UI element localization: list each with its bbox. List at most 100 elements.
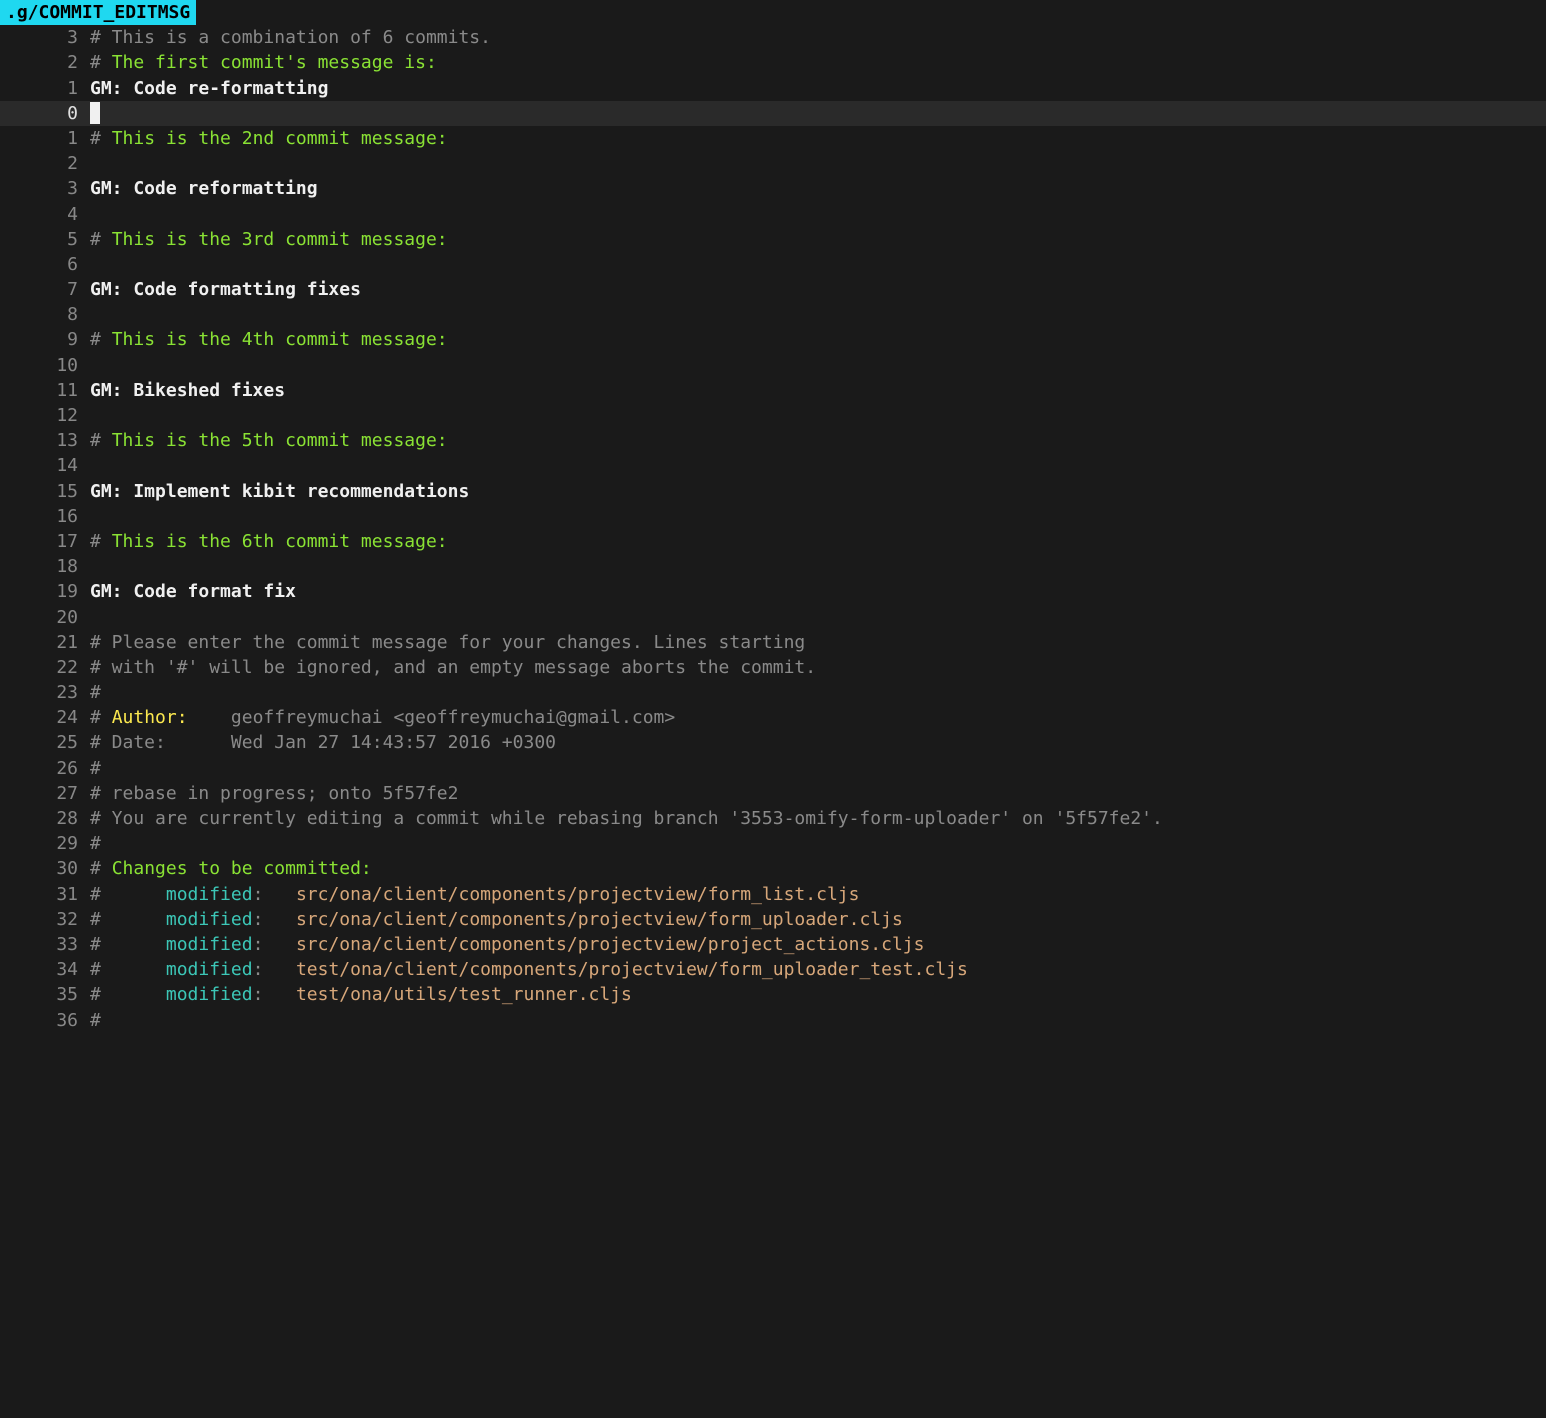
editor-line[interactable]: 23# xyxy=(0,680,1546,705)
line-content[interactable]: GM: Bikeshed fixes xyxy=(90,378,1546,403)
editor-line[interactable]: 32# modified: src/ona/client/components/… xyxy=(0,907,1546,932)
editor-line[interactable]: 4 xyxy=(0,202,1546,227)
line-number: 25 xyxy=(0,730,90,755)
line-content[interactable]: # xyxy=(90,1008,1546,1033)
editor-line[interactable]: 3GM: Code reformatting xyxy=(0,176,1546,201)
editor-line[interactable]: 6 xyxy=(0,252,1546,277)
editor-line[interactable]: 1GM: Code re-formatting xyxy=(0,76,1546,101)
line-content[interactable]: # This is a combination of 6 commits. xyxy=(90,25,1546,50)
text-span: modified xyxy=(166,909,253,930)
editor-line[interactable]: 25# Date: Wed Jan 27 14:43:57 2016 +0300 xyxy=(0,730,1546,755)
editor-line[interactable]: 8 xyxy=(0,302,1546,327)
editor-line[interactable]: 29# xyxy=(0,831,1546,856)
editor-line[interactable]: 20 xyxy=(0,605,1546,630)
text-span: GM: Bikeshed fixes xyxy=(90,380,285,401)
editor-line[interactable]: 13# This is the 5th commit message: xyxy=(0,428,1546,453)
text-span: # xyxy=(90,707,112,728)
text-span: # xyxy=(90,1010,101,1031)
editor-line[interactable]: 12 xyxy=(0,403,1546,428)
line-number: 26 xyxy=(0,756,90,781)
line-content[interactable]: # xyxy=(90,756,1546,781)
line-content[interactable]: # xyxy=(90,831,1546,856)
editor-line[interactable]: 2 xyxy=(0,151,1546,176)
line-number: 16 xyxy=(0,504,90,529)
editor-line[interactable]: 26# xyxy=(0,756,1546,781)
editor-line[interactable]: 31# modified: src/ona/client/components/… xyxy=(0,882,1546,907)
editor-line[interactable]: 14 xyxy=(0,453,1546,478)
line-content[interactable]: # xyxy=(90,680,1546,705)
text-span: # xyxy=(90,682,101,703)
line-content[interactable] xyxy=(90,101,1546,126)
editor-line[interactable]: 15GM: Implement kibit recommendations xyxy=(0,479,1546,504)
editor-line[interactable]: 35# modified: test/ona/utils/test_runner… xyxy=(0,982,1546,1007)
text-span: # You are currently editing a commit whi… xyxy=(90,808,1163,829)
editor-line[interactable]: 27# rebase in progress; onto 5f57fe2 xyxy=(0,781,1546,806)
editor-line[interactable]: 5# This is the 3rd commit message: xyxy=(0,227,1546,252)
line-content[interactable]: GM: Code format fix xyxy=(90,579,1546,604)
line-content[interactable]: # You are currently editing a commit whi… xyxy=(90,806,1546,831)
editor-line[interactable]: 2# The first commit's message is: xyxy=(0,50,1546,75)
text-span: # Please enter the commit message for yo… xyxy=(90,632,805,653)
line-number: 8 xyxy=(0,302,90,327)
line-content[interactable]: # This is the 4th commit message: xyxy=(90,327,1546,352)
editor-line[interactable]: 7GM: Code formatting fixes xyxy=(0,277,1546,302)
text-span: GM: Code formatting fixes xyxy=(90,279,361,300)
text-span: GM: Code re-formatting xyxy=(90,78,328,99)
line-content[interactable]: # This is the 3rd commit message: xyxy=(90,227,1546,252)
line-content[interactable]: GM: Code reformatting xyxy=(90,176,1546,201)
line-number: 2 xyxy=(0,151,90,176)
line-content[interactable]: # Author: geoffreymuchai <geoffreymuchai… xyxy=(90,705,1546,730)
line-content[interactable]: # The first commit's message is: xyxy=(90,50,1546,75)
text-span: GM: Code format fix xyxy=(90,581,296,602)
line-number: 33 xyxy=(0,932,90,957)
line-content[interactable]: # modified: src/ona/client/components/pr… xyxy=(90,932,1546,957)
editor-line[interactable]: 3# This is a combination of 6 commits. xyxy=(0,25,1546,50)
editor-line[interactable]: 9# This is the 4th commit message: xyxy=(0,327,1546,352)
editor-line[interactable]: 17# This is the 6th commit message: xyxy=(0,529,1546,554)
line-number: 12 xyxy=(0,403,90,428)
editor-line[interactable]: 18 xyxy=(0,554,1546,579)
line-content[interactable]: # This is the 2nd commit message: xyxy=(90,126,1546,151)
line-content[interactable]: # modified: src/ona/client/components/pr… xyxy=(90,907,1546,932)
editor-line[interactable]: 0 xyxy=(0,101,1546,126)
line-number: 19 xyxy=(0,579,90,604)
text-span xyxy=(101,959,166,980)
editor-line[interactable]: 1# This is the 2nd commit message: xyxy=(0,126,1546,151)
editor-line[interactable]: 28# You are currently editing a commit w… xyxy=(0,806,1546,831)
line-number: 0 xyxy=(0,101,90,126)
line-content[interactable]: GM: Code re-formatting xyxy=(90,76,1546,101)
editor-line[interactable]: 33# modified: src/ona/client/components/… xyxy=(0,932,1546,957)
line-content[interactable]: # This is the 6th commit message: xyxy=(90,529,1546,554)
line-content[interactable]: # Please enter the commit message for yo… xyxy=(90,630,1546,655)
text-span: # xyxy=(90,934,101,955)
line-content[interactable]: # with '#' will be ignored, and an empty… xyxy=(90,655,1546,680)
editor-line[interactable]: 22# with '#' will be ignored, and an emp… xyxy=(0,655,1546,680)
line-content[interactable]: # modified: src/ona/client/components/pr… xyxy=(90,882,1546,907)
editor-line[interactable]: 34# modified: test/ona/client/components… xyxy=(0,957,1546,982)
text-span: # This is a combination of 6 commits. xyxy=(90,27,491,48)
editor-line[interactable]: 30# Changes to be committed: xyxy=(0,856,1546,881)
line-number: 10 xyxy=(0,353,90,378)
editor-line[interactable]: 11GM: Bikeshed fixes xyxy=(0,378,1546,403)
line-content[interactable]: # Changes to be committed: xyxy=(90,856,1546,881)
editor-line[interactable]: 19GM: Code format fix xyxy=(0,579,1546,604)
text-span: modified xyxy=(166,959,253,980)
editor-line[interactable]: 21# Please enter the commit message for … xyxy=(0,630,1546,655)
editor-buffer[interactable]: 3# This is a combination of 6 commits.2#… xyxy=(0,25,1546,1033)
line-content[interactable]: GM: Implement kibit recommendations xyxy=(90,479,1546,504)
line-number: 21 xyxy=(0,630,90,655)
line-content[interactable]: # modified: test/ona/client/components/p… xyxy=(90,957,1546,982)
editor-line[interactable]: 16 xyxy=(0,504,1546,529)
line-content[interactable]: # rebase in progress; onto 5f57fe2 xyxy=(90,781,1546,806)
line-number: 7 xyxy=(0,277,90,302)
line-content[interactable]: # This is the 5th commit message: xyxy=(90,428,1546,453)
cursor xyxy=(90,102,100,124)
editor-line[interactable]: 36# xyxy=(0,1008,1546,1033)
line-content[interactable]: GM: Code formatting fixes xyxy=(90,277,1546,302)
line-content[interactable]: # Date: Wed Jan 27 14:43:57 2016 +0300 xyxy=(90,730,1546,755)
line-number: 36 xyxy=(0,1008,90,1033)
editor-viewport[interactable]: .g/COMMIT_EDITMSG 3# This is a combinati… xyxy=(0,0,1546,1418)
editor-line[interactable]: 10 xyxy=(0,353,1546,378)
editor-line[interactable]: 24# Author: geoffreymuchai <geoffreymuch… xyxy=(0,705,1546,730)
line-content[interactable]: # modified: test/ona/utils/test_runner.c… xyxy=(90,982,1546,1007)
